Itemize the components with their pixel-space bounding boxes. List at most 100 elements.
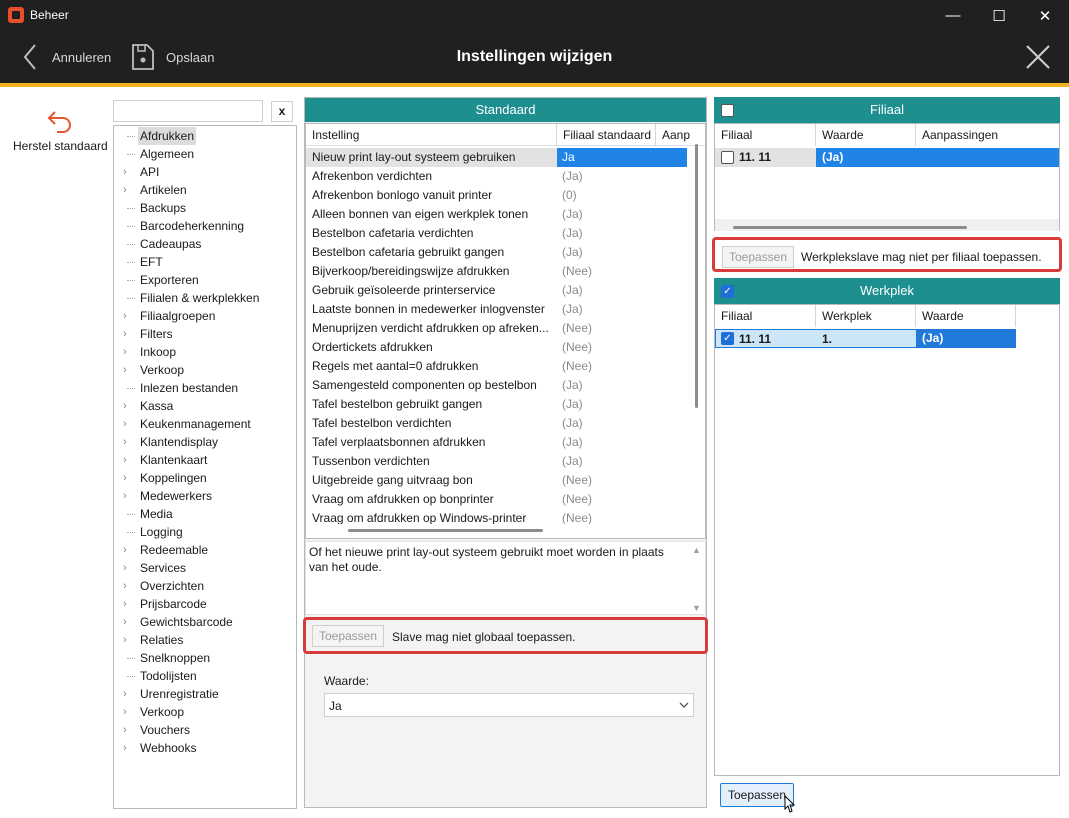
horizontal-scrollbar[interactable] [348, 529, 543, 532]
tree-item[interactable]: Algemeen [114, 145, 296, 163]
setting-row[interactable]: Tafel bestelbon verdichten (Ja) [306, 414, 689, 433]
tree-item[interactable]: › Koppelingen [114, 469, 296, 487]
tree-item[interactable]: › Kassa [114, 397, 296, 415]
setting-row[interactable]: Tafel bestelbon gebruikt gangen (Ja) [306, 395, 689, 414]
tree-item[interactable]: › Overzichten [114, 577, 296, 595]
tree-item[interactable]: › Webhooks [114, 739, 296, 757]
expand-chevron-icon[interactable]: › [123, 415, 127, 433]
expand-chevron-icon[interactable]: › [123, 721, 127, 739]
setting-row[interactable]: Vraag om afdrukken op Windows-printer (Ne… [306, 509, 689, 524]
expand-chevron-icon[interactable]: › [123, 685, 127, 703]
expand-chevron-icon[interactable]: › [123, 739, 127, 757]
clear-search-button[interactable]: x [271, 101, 293, 122]
tree-item[interactable]: Exporteren [114, 271, 296, 289]
setting-row[interactable]: Uitgebreide gang uitvraag bon (Nee) [306, 471, 689, 490]
column-header-aanpassingen[interactable]: Aanp [656, 124, 690, 146]
tree-item[interactable]: Media [114, 505, 296, 523]
filiaal-select-all-checkbox[interactable] [721, 104, 734, 117]
werkplek-column-werkplek[interactable]: Werkplek [816, 305, 916, 327]
setting-row[interactable]: Bestelbon cafetaria verdichten (Ja) [306, 224, 689, 243]
tree-item[interactable]: Barcodeherkenning [114, 217, 296, 235]
tree-item[interactable]: › Verkoop [114, 703, 296, 721]
filiaal-row[interactable]: 11. 11 (Ja) [715, 148, 1059, 167]
setting-row[interactable]: Alleen bonnen van eigen werkplek tonen (J… [306, 205, 689, 224]
expand-chevron-icon[interactable]: › [123, 487, 127, 505]
expand-chevron-icon[interactable]: › [123, 559, 127, 577]
werkplek-column-filiaal[interactable]: Filiaal [715, 305, 816, 327]
scroll-up-icon[interactable]: ▲ [692, 545, 701, 555]
tree-item[interactable]: › Verkoop [114, 361, 296, 379]
werkplek-row-waarde[interactable]: (Ja) [916, 329, 1016, 348]
minimize-button[interactable]: — [930, 0, 976, 31]
setting-row[interactable]: Regels met aantal=0 afdrukken (Nee) [306, 357, 689, 376]
expand-chevron-icon[interactable]: › [123, 577, 127, 595]
filiaal-column-waarde[interactable]: Waarde [816, 124, 916, 146]
expand-chevron-icon[interactable]: › [123, 595, 127, 613]
tree-item[interactable]: EFT [114, 253, 296, 271]
setting-row[interactable]: Afrekenbon verdichten (Ja) [306, 167, 689, 186]
setting-row[interactable]: Ordertickets afdrukken (Nee) [306, 338, 689, 357]
value-select[interactable]: Ja [324, 693, 694, 717]
column-header-instelling[interactable]: Instelling [306, 124, 557, 146]
setting-row[interactable]: Nieuw print lay-out systeem gebruiken Ja [306, 148, 689, 167]
close-window-button[interactable]: ✕ [1022, 0, 1068, 31]
setting-row[interactable]: Bijverkoop/bereidingswijze afdrukken (Nee… [306, 262, 689, 281]
tree-item[interactable]: › Inkoop [114, 343, 296, 361]
column-header-filiaal-standaard[interactable]: Filiaal standaard [557, 124, 656, 146]
tree-item[interactable]: › Services [114, 559, 296, 577]
expand-chevron-icon[interactable]: › [123, 361, 127, 379]
tree-item[interactable]: › Klantenkaart [114, 451, 296, 469]
setting-row[interactable]: Tafel verplaatsbonnen afdrukken (Ja) [306, 433, 689, 452]
restore-default-button[interactable]: Herstel standaard [8, 108, 112, 158]
tree-item[interactable]: › API [114, 163, 296, 181]
expand-chevron-icon[interactable]: › [123, 433, 127, 451]
tree-item[interactable]: › Prijsbarcode [114, 595, 296, 613]
setting-row[interactable]: Laatste bonnen in medewerker inlogvenste… [306, 300, 689, 319]
tree-item[interactable]: › Redeemable [114, 541, 296, 559]
tree-item[interactable]: › Artikelen [114, 181, 296, 199]
tree-item[interactable]: › Klantendisplay [114, 433, 296, 451]
expand-chevron-icon[interactable]: › [123, 451, 127, 469]
maximize-button[interactable]: ☐ [976, 0, 1022, 31]
filiaal-column-filiaal[interactable]: Filiaal [715, 124, 816, 146]
search-input[interactable] [113, 100, 263, 122]
tree-item[interactable]: Cadeaupas [114, 235, 296, 253]
expand-chevron-icon[interactable]: › [123, 307, 127, 325]
tree-item[interactable]: › Medewerkers [114, 487, 296, 505]
scroll-down-icon[interactable]: ▼ [692, 603, 701, 613]
tree-item[interactable]: Afdrukken [114, 127, 296, 145]
werkplek-select-all-checkbox[interactable]: ✓ [721, 285, 734, 298]
tree-item[interactable]: Snelknoppen [114, 649, 296, 667]
expand-chevron-icon[interactable]: › [123, 343, 127, 361]
tree-item[interactable]: Inlezen bestanden [114, 379, 296, 397]
vertical-scrollbar[interactable] [695, 144, 698, 408]
expand-chevron-icon[interactable]: › [123, 541, 127, 559]
setting-row[interactable]: Afrekenbon bonlogo vanuit printer (0) [306, 186, 689, 205]
expand-chevron-icon[interactable]: › [123, 469, 127, 487]
close-icon[interactable] [1025, 44, 1051, 70]
filiaal-apply-button[interactable]: Toepassen [722, 246, 794, 268]
tree-item[interactable]: › Filiaalgroepen [114, 307, 296, 325]
tree-item[interactable]: › Urenregistratie [114, 685, 296, 703]
expand-chevron-icon[interactable]: › [123, 613, 127, 631]
werkplek-column-waarde[interactable]: Waarde [916, 305, 1016, 327]
tree-item[interactable]: › Relaties [114, 631, 296, 649]
tree-item[interactable]: Filialen & werkplekken [114, 289, 296, 307]
standaard-apply-button[interactable]: Toepassen [312, 625, 384, 647]
setting-row[interactable]: Bestelbon cafetaria gebruikt gangen (Ja) [306, 243, 689, 262]
setting-row[interactable]: Menuprijzen verdicht afdrukken op afreke… [306, 319, 689, 338]
tree-item[interactable]: Logging [114, 523, 296, 541]
setting-row[interactable]: Gebruik geïsoleerde printerservice (Ja) [306, 281, 689, 300]
filiaal-horizontal-scrollbar[interactable] [733, 226, 967, 229]
expand-chevron-icon[interactable]: › [123, 397, 127, 415]
tree-item[interactable]: Todolijsten [114, 667, 296, 685]
setting-row[interactable]: Vraag om afdrukken op bonprinter (Nee) [306, 490, 689, 509]
expand-chevron-icon[interactable]: › [123, 631, 127, 649]
filiaal-row-waarde[interactable]: (Ja) [816, 148, 1059, 167]
expand-chevron-icon[interactable]: › [123, 325, 127, 343]
werkplek-row[interactable]: ✓ 11. 11 1. (Ja) [715, 329, 1016, 348]
tree-item[interactable]: › Keukenmanagement [114, 415, 296, 433]
setting-row[interactable]: Samengesteld componenten op bestelbon (Ja… [306, 376, 689, 395]
tree-item[interactable]: › Gewichtsbarcode [114, 613, 296, 631]
filiaal-column-aanpassingen[interactable]: Aanpassingen [916, 124, 1059, 146]
